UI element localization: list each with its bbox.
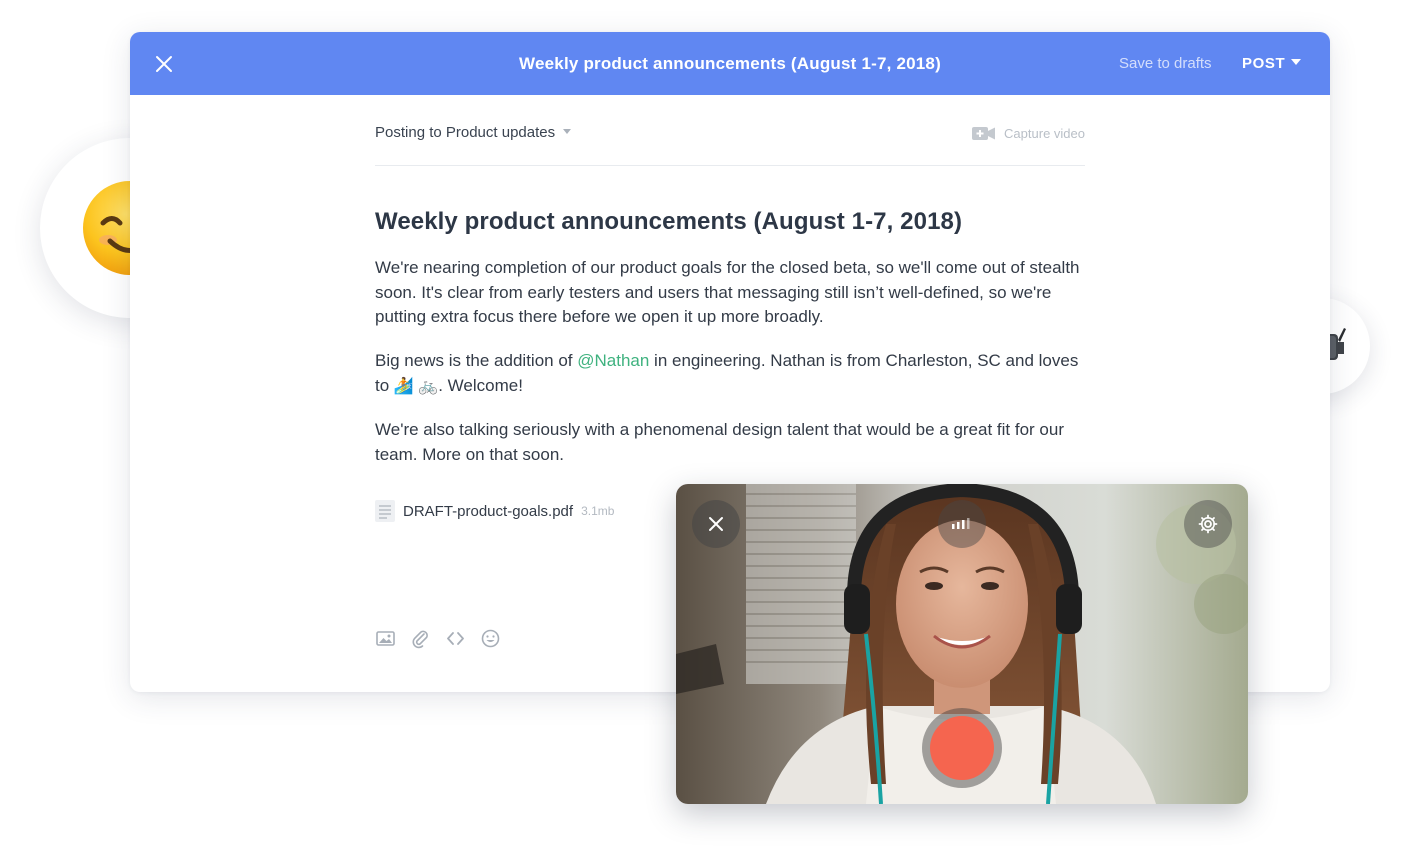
close-icon — [709, 517, 723, 531]
user-mention[interactable]: @Nathan — [577, 351, 649, 370]
close-video-button[interactable] — [692, 500, 740, 548]
capture-video-label: Capture video — [1004, 126, 1085, 141]
image-icon[interactable] — [375, 628, 396, 649]
capture-video-button[interactable]: Capture video — [972, 126, 1085, 141]
emoji-icon[interactable] — [480, 628, 501, 649]
paragraph-text: . Welcome! — [438, 375, 523, 395]
video-add-icon — [972, 127, 996, 140]
post-paragraph-2[interactable]: Big news is the addition of @Nathan in e… — [375, 349, 1095, 399]
channel-selector[interactable]: Posting to Product updates — [375, 124, 572, 141]
video-capture-panel — [676, 484, 1248, 804]
post-button-label: POST — [1242, 55, 1286, 72]
document-icon — [375, 500, 395, 522]
attachment-size: 3.1mb — [581, 504, 615, 518]
settings-gear-icon — [1198, 514, 1218, 534]
record-indicator — [930, 716, 994, 780]
post-paragraph-3[interactable]: We're also talking seriously with a phen… — [375, 418, 1095, 467]
post-button[interactable]: POST — [1242, 32, 1302, 95]
video-settings-button[interactable] — [1184, 500, 1232, 548]
surfer-bicycle-emoji: 🏄 🚲 — [393, 377, 439, 395]
attachment-filename[interactable]: DRAFT-product-goals.pdf — [403, 503, 573, 520]
save-to-drafts-button[interactable]: Save to drafts — [1119, 32, 1212, 95]
code-icon[interactable] — [445, 628, 466, 649]
formatting-toolbar — [375, 628, 501, 649]
chevron-down-icon — [563, 128, 572, 134]
paragraph-text: Big news is the addition of — [375, 351, 578, 370]
chevron-down-icon — [1291, 59, 1302, 66]
audio-level-button[interactable] — [938, 500, 986, 548]
channel-selector-label: Posting to Product updates — [375, 124, 556, 141]
record-button[interactable] — [922, 708, 1002, 788]
attachment[interactable]: DRAFT-product-goals.pdf 3.1mb — [375, 500, 614, 522]
post-title[interactable]: Weekly product announcements (August 1-7… — [375, 208, 962, 236]
composer-header: Weekly product announcements (August 1-7… — [130, 32, 1330, 95]
paperclip-icon[interactable] — [410, 628, 431, 649]
post-paragraph-1[interactable]: We're nearing completion of our product … — [375, 256, 1095, 330]
posting-row: Posting to Product updates Capture video — [375, 124, 1085, 166]
audio-level-icon — [952, 518, 970, 529]
